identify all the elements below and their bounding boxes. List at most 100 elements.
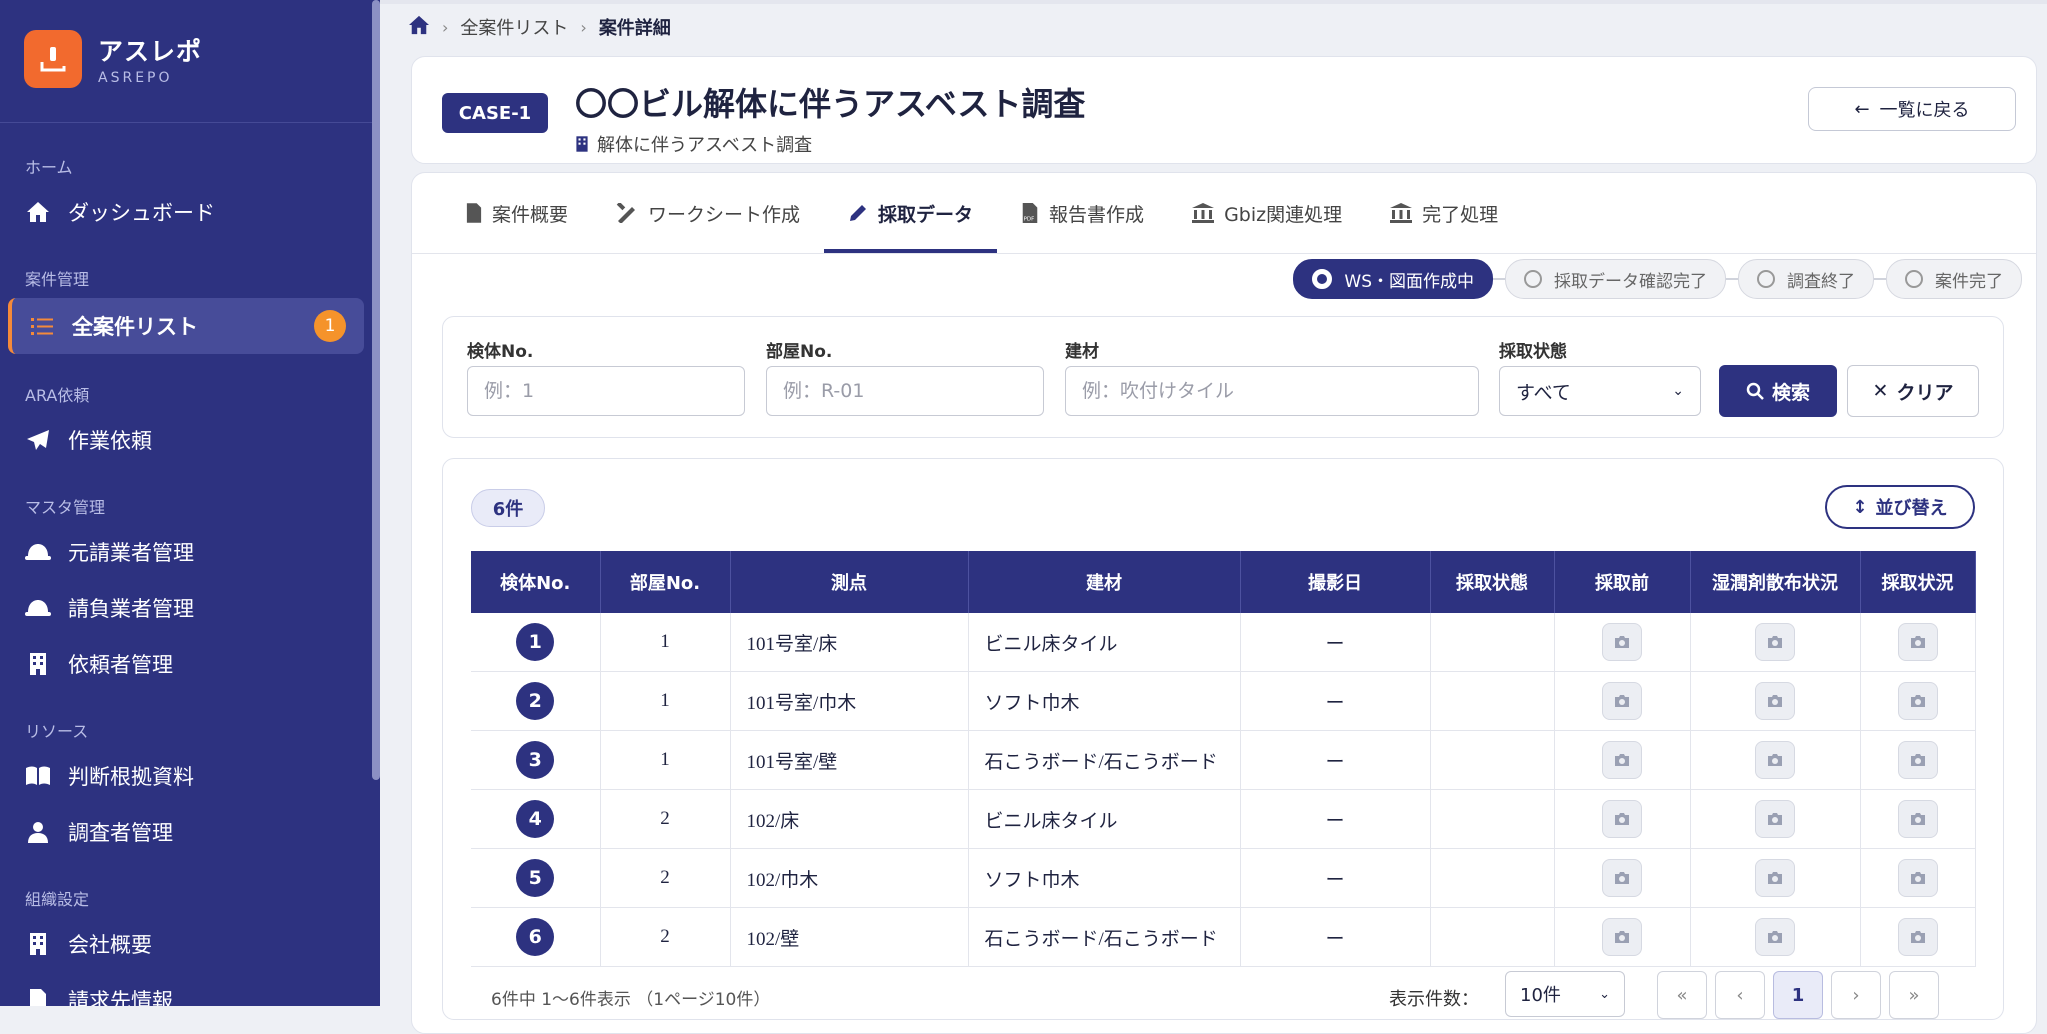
page-prev-button[interactable]: ‹	[1715, 971, 1765, 1019]
brand[interactable]: アスレポ ASREPO	[24, 30, 202, 88]
sidebar-section-master: マスタ管理	[25, 498, 106, 517]
document-icon	[466, 203, 482, 223]
chevron-right-icon: ›	[442, 17, 449, 37]
column-header[interactable]: 湿潤剤散布状況	[1690, 551, 1861, 613]
camera-icon[interactable]	[1897, 682, 1938, 720]
camera-icon[interactable]	[1755, 859, 1795, 897]
column-header[interactable]: 検体No.	[471, 551, 601, 613]
document-icon	[24, 989, 52, 1006]
tab-label: 報告書作成	[1049, 203, 1145, 226]
sidebar-item-clients[interactable]: 依頼者管理	[8, 636, 360, 692]
camera-icon[interactable]	[1755, 623, 1795, 661]
sidebar-item-billing[interactable]: 請求先情報	[8, 972, 360, 1006]
camera-icon[interactable]	[1602, 623, 1642, 661]
sampling-status-cell	[1430, 789, 1555, 849]
sidebar-item-company-profile[interactable]: 会社概要	[8, 916, 360, 972]
tab-completion[interactable]: 完了処理	[1366, 173, 1522, 253]
search-icon	[1746, 382, 1764, 400]
status-step-ws-drawing[interactable]: WS・図面作成中	[1293, 259, 1493, 299]
camera-icon[interactable]	[1755, 800, 1795, 838]
notification-badge: 1	[314, 310, 346, 342]
camera-icon[interactable]	[1897, 741, 1938, 779]
status-step-survey-done[interactable]: 調査終了	[1738, 259, 1874, 299]
tab-bar: 案件概要 ワークシート作成 採取データ PDF 報告書作成 Gbiz関連処理 完…	[442, 173, 1522, 253]
camera-icon[interactable]	[1897, 918, 1938, 956]
sidebar-section-home: ホーム	[25, 158, 73, 177]
camera-icon[interactable]	[1897, 800, 1938, 838]
column-header[interactable]: 建材	[968, 551, 1241, 613]
status-step-data-confirmed[interactable]: 採取データ確認完了	[1505, 259, 1726, 299]
table-row[interactable]: 4 2 102/床 ビニル床タイル ー	[471, 789, 1976, 849]
tab-overview[interactable]: 案件概要	[442, 173, 592, 253]
home-icon[interactable]	[408, 15, 430, 40]
sidebar-item-all-cases[interactable]: 全案件リスト 1	[8, 298, 364, 354]
column-header[interactable]: 測点	[730, 551, 969, 613]
sidebar-item-label: 請負業者管理	[68, 597, 194, 621]
camera-icon[interactable]	[1602, 741, 1642, 779]
specimen-number: 4	[516, 800, 555, 838]
camera-icon[interactable]	[1602, 682, 1642, 720]
table-row[interactable]: 1 1 101号室/床 ビニル床タイル ー	[471, 613, 1976, 672]
tab-worksheet[interactable]: ワークシート作成	[592, 173, 824, 253]
tab-report[interactable]: PDF 報告書作成	[997, 173, 1168, 253]
sidebar-item-work-request[interactable]: 作業依頼	[8, 412, 360, 468]
breadcrumb-all-cases[interactable]: 全案件リスト	[460, 14, 568, 40]
status-step-case-complete[interactable]: 案件完了	[1886, 259, 2022, 299]
room-no-cell: 1	[600, 730, 731, 790]
pen-icon	[848, 203, 868, 223]
page-next-button[interactable]: ›	[1831, 971, 1881, 1019]
sidebar-item-prime-contractors[interactable]: 元請業者管理	[8, 524, 360, 580]
sidebar-section-cases: 案件管理	[25, 270, 90, 289]
sidebar-item-judgment-materials[interactable]: 判断根拠資料	[8, 748, 360, 804]
sidebar-item-subcontractors[interactable]: 請負業者管理	[8, 580, 360, 636]
table-row[interactable]: 3 1 101号室/壁 石こうボード/石こうボード ー	[471, 730, 1976, 790]
helmet-icon	[24, 543, 52, 561]
column-header[interactable]: 採取状態	[1430, 551, 1555, 613]
sort-button[interactable]: ↕ 並び替え	[1825, 485, 1975, 529]
camera-icon[interactable]	[1602, 859, 1642, 897]
page-1-button[interactable]: 1	[1773, 971, 1823, 1019]
sidebar-scrollbar[interactable]	[372, 0, 380, 780]
column-header[interactable]: 部屋No.	[600, 551, 731, 613]
room-no-input[interactable]	[766, 366, 1044, 416]
camera-icon[interactable]	[1755, 741, 1795, 779]
photo-date-cell: ー	[1240, 671, 1431, 731]
pencil-ruler-icon	[616, 203, 638, 223]
tab-label: 案件概要	[492, 203, 569, 226]
radio-dot-icon	[1757, 270, 1775, 288]
camera-icon[interactable]	[1602, 800, 1642, 838]
column-header[interactable]: 採取状況	[1860, 551, 1976, 613]
breadcrumb-current: 案件詳細	[598, 18, 671, 39]
specimen-number: 2	[516, 682, 555, 720]
table-row[interactable]: 2 1 101号室/巾木 ソフト巾木 ー	[471, 671, 1976, 731]
measure-point-cell: 102/巾木	[730, 848, 969, 908]
column-header[interactable]: 撮影日	[1240, 551, 1431, 613]
sidebar-item-dashboard[interactable]: ダッシュボード	[8, 184, 360, 240]
camera-icon[interactable]	[1755, 918, 1795, 956]
clear-button[interactable]: ✕ クリア	[1847, 365, 1979, 417]
table-row[interactable]: 5 2 102/巾木 ソフト巾木 ー	[471, 848, 1976, 908]
photo-date-cell: ー	[1240, 613, 1431, 672]
tab-label: Gbiz関連処理	[1224, 203, 1343, 226]
page-first-button[interactable]: «	[1657, 971, 1707, 1019]
sample-table: 検体No. 部屋No. 測点 建材 撮影日 採取状態 採取前 湿潤剤散布状況 採…	[471, 551, 1976, 967]
material-input[interactable]	[1065, 366, 1479, 416]
material-cell: ソフト巾木	[968, 671, 1241, 731]
sample-list-panel: 6件 ↕ 並び替え 検体No. 部屋No. 測点 建材 撮影日 採取状態 採取前…	[442, 458, 2004, 1020]
per-page-select[interactable]: 10件 ⌄	[1505, 971, 1625, 1017]
material-cell: ビニル床タイル	[968, 789, 1241, 849]
sidebar-item-investigators[interactable]: 調査者管理	[8, 804, 360, 860]
tab-gbiz[interactable]: Gbiz関連処理	[1168, 173, 1366, 253]
camera-icon[interactable]	[1755, 682, 1795, 720]
sampling-status-select[interactable]: すべて ⌄	[1499, 366, 1701, 416]
back-to-list-button[interactable]: ← 一覧に戻る	[1808, 87, 2016, 131]
page-last-button[interactable]: »	[1889, 971, 1939, 1019]
camera-icon[interactable]	[1897, 623, 1938, 661]
camera-icon[interactable]	[1602, 918, 1642, 956]
table-row[interactable]: 6 2 102/壁 石こうボード/石こうボード ー	[471, 907, 1976, 967]
tab-sampling-data[interactable]: 採取データ	[824, 173, 998, 253]
camera-icon[interactable]	[1897, 859, 1938, 897]
specimen-no-input[interactable]	[467, 366, 745, 416]
column-header[interactable]: 採取前	[1554, 551, 1691, 613]
search-button[interactable]: 検索	[1719, 365, 1837, 417]
